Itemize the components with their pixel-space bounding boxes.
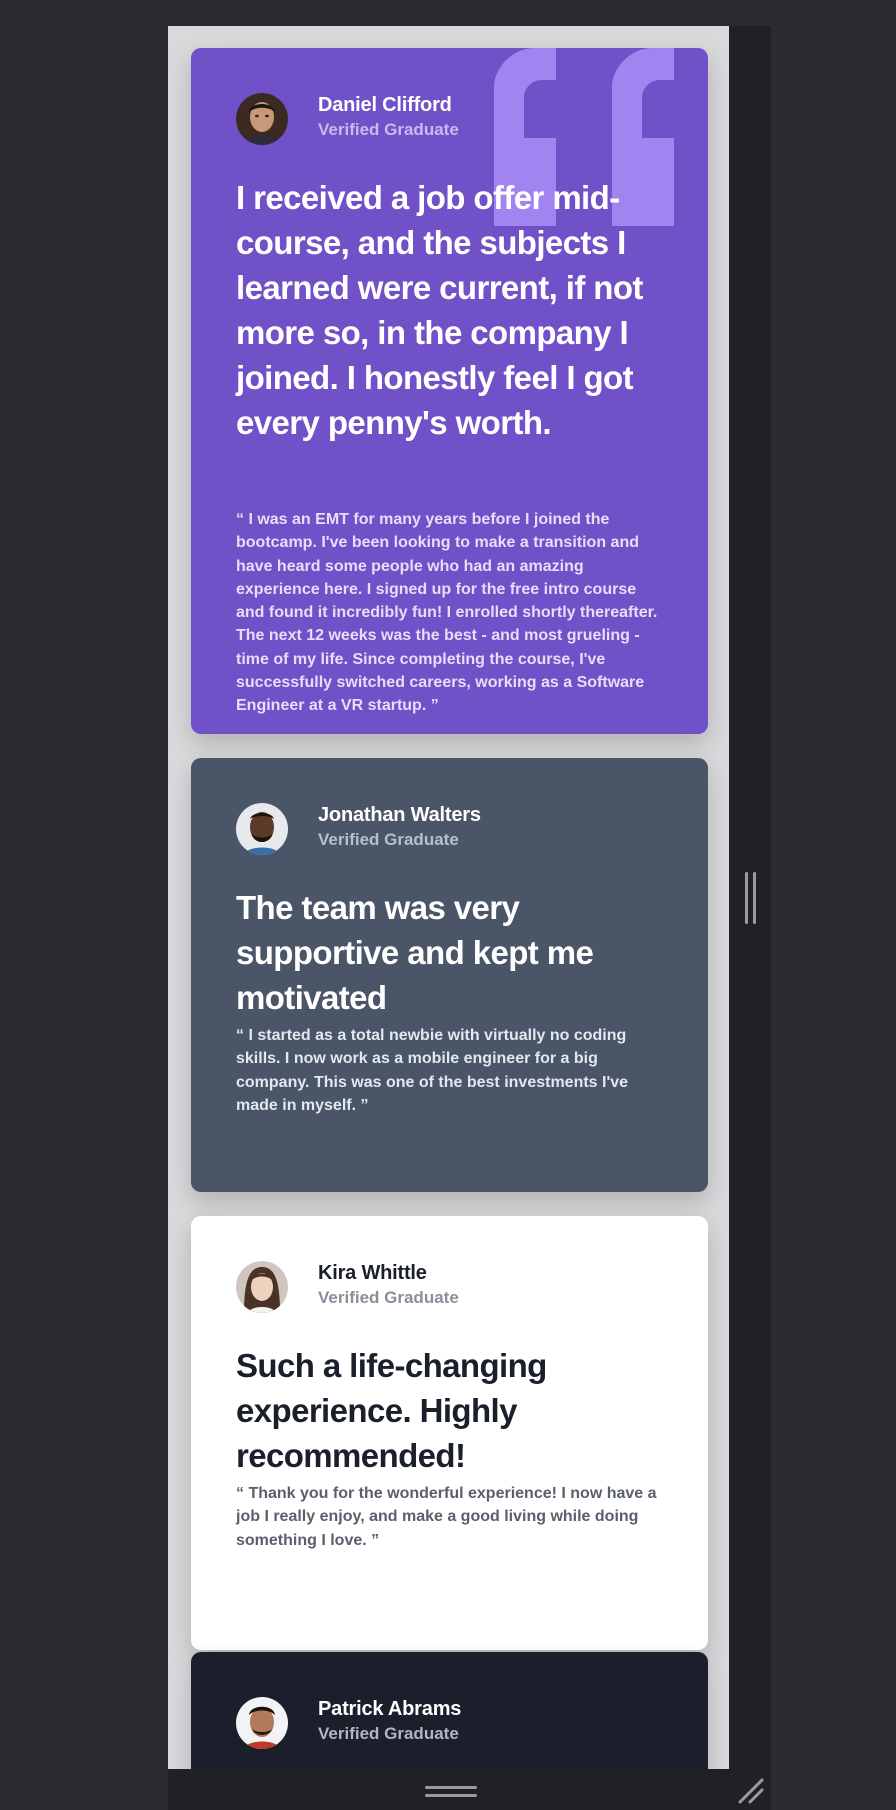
testimonial-card-patrick: Patrick Abrams Verified Graduate: [191, 1652, 708, 1769]
testimonial-quote: “ I was an EMT for many years before I j…: [236, 511, 658, 715]
vertical-resize-handle-icon[interactable]: [745, 872, 757, 924]
author-name: Daniel Clifford: [318, 94, 452, 116]
author-name: Patrick Abrams: [318, 1698, 462, 1720]
avatar-daniel-icon: [236, 93, 288, 145]
testimonials-viewport[interactable]: Daniel Clifford Verified Graduate I rece…: [168, 26, 729, 1769]
author-role: Verified Graduate: [318, 830, 459, 849]
author-name: Kira Whittle: [318, 1262, 427, 1284]
testimonial-headline: The team was very supportive and kept me…: [236, 889, 594, 1016]
testimonial-card-daniel: Daniel Clifford Verified Graduate I rece…: [191, 48, 708, 734]
testimonial-quote: “ I started as a total newbie with virtu…: [236, 1027, 629, 1114]
testimonial-card-kira: Kira Whittle Verified Graduate Such a li…: [191, 1216, 708, 1650]
testimonial-quote: “ Thank you for the wonderful experience…: [236, 1485, 657, 1549]
avatar-patrick-icon: [236, 1697, 288, 1749]
resize-corner-icon[interactable]: [736, 1776, 764, 1804]
horizontal-resize-handle-icon[interactable]: [425, 1786, 477, 1798]
device-frame: Daniel Clifford Verified Graduate I rece…: [168, 26, 771, 1810]
author-name: Jonathan Walters: [318, 804, 481, 826]
avatar-kira-icon: [236, 1261, 288, 1313]
author-role: Verified Graduate: [318, 120, 459, 139]
avatar-jonathan-icon: [236, 803, 288, 855]
author-role: Verified Graduate: [318, 1724, 459, 1743]
testimonial-headline: Such a life-changing experience. Highly …: [236, 1347, 547, 1474]
testimonial-headline: I received a job offer mid-course, and t…: [236, 179, 643, 441]
author-role: Verified Graduate: [318, 1288, 459, 1307]
testimonial-card-jonathan: Jonathan Walters Verified Graduate The t…: [191, 758, 708, 1192]
